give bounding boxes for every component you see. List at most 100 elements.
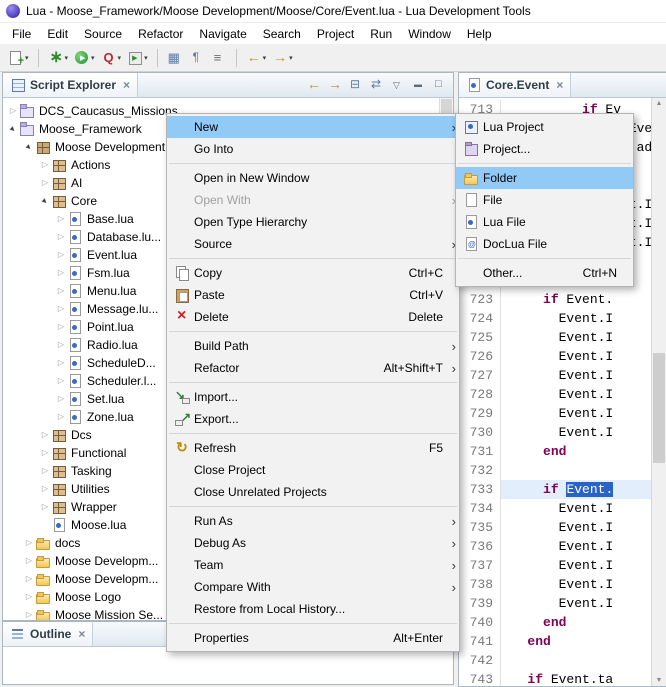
code-line[interactable]: 740 end (459, 613, 652, 632)
submenu-item-folder[interactable]: Folder (456, 167, 633, 189)
menu-item-team[interactable]: Team (167, 554, 459, 576)
menu-item-copy[interactable]: CopyCtrl+C (167, 262, 459, 284)
chevron-collapsed-icon[interactable] (55, 282, 67, 300)
chevron-collapsed-icon[interactable] (55, 336, 67, 354)
close-icon[interactable] (556, 78, 563, 92)
chevron-expanded-icon[interactable] (7, 120, 19, 139)
chevron-collapsed-icon[interactable] (39, 444, 51, 462)
close-icon[interactable] (78, 627, 85, 641)
editor-scrollbar[interactable]: ▲ ▼ (651, 98, 666, 686)
menu-navigate[interactable]: Navigate (191, 25, 254, 43)
submenu-item-project[interactable]: Project... (456, 138, 633, 160)
menu-item-close-project[interactable]: Close Project (167, 459, 459, 481)
menu-file[interactable]: File (4, 25, 39, 43)
chevron-collapsed-icon[interactable] (55, 372, 67, 390)
tab-core-event[interactable]: Core.Event (459, 73, 571, 97)
chevron-collapsed-icon[interactable] (55, 300, 67, 318)
submenu-item-lua-project[interactable]: Lua Project (456, 116, 633, 138)
code-line[interactable]: 733 if Event. (459, 480, 652, 499)
code-line[interactable]: 727 Event.I (459, 366, 652, 385)
menu-source[interactable]: Source (76, 25, 130, 43)
menu-item-build-path[interactable]: Build Path (167, 335, 459, 357)
back-icon[interactable] (306, 77, 322, 93)
code-line[interactable]: 724 Event.I (459, 309, 652, 328)
chevron-collapsed-icon[interactable] (39, 480, 51, 498)
scroll-up-icon[interactable]: ▲ (652, 100, 666, 107)
show-whitespace-button[interactable] (187, 47, 207, 69)
editor-scrollbar-thumb[interactable] (653, 353, 665, 463)
view-menu-icon[interactable] (390, 77, 406, 93)
menu-edit[interactable]: Edit (39, 25, 76, 43)
chevron-collapsed-icon[interactable] (39, 156, 51, 174)
menu-project[interactable]: Project (309, 25, 362, 43)
menu-item-refresh[interactable]: RefreshF5 (167, 437, 459, 459)
chevron-collapsed-icon[interactable] (23, 588, 35, 606)
chevron-collapsed-icon[interactable] (39, 498, 51, 516)
new-button[interactable] (6, 47, 31, 69)
chevron-collapsed-icon[interactable] (55, 408, 67, 426)
dropdown-caret-icon[interactable] (91, 54, 95, 62)
forward-button[interactable] (270, 47, 295, 69)
menu-item-delete[interactable]: DeleteDelete (167, 306, 459, 328)
chevron-collapsed-icon[interactable] (55, 390, 67, 408)
forward-icon[interactable] (327, 77, 343, 93)
link-with-editor-icon[interactable] (369, 77, 385, 93)
chevron-collapsed-icon[interactable] (55, 264, 67, 282)
chevron-collapsed-icon[interactable] (55, 228, 67, 246)
menu-item-go-into[interactable]: Go Into (167, 138, 459, 160)
chevron-collapsed-icon[interactable] (23, 570, 35, 588)
code-line[interactable]: 731 end (459, 442, 652, 461)
chevron-collapsed-icon[interactable] (55, 210, 67, 228)
menu-item-refactor[interactable]: RefactorAlt+Shift+T (167, 357, 459, 379)
code-line[interactable]: 729 Event.I (459, 404, 652, 423)
code-line[interactable]: 742 (459, 651, 652, 670)
dropdown-caret-icon[interactable] (263, 54, 267, 62)
code-line[interactable]: 728 Event.I (459, 385, 652, 404)
menu-item-debug-as[interactable]: Debug As (167, 532, 459, 554)
menu-window[interactable]: Window (400, 25, 459, 43)
menu-item-import[interactable]: Import... (167, 386, 459, 408)
coverage-button[interactable] (99, 47, 124, 69)
code-line[interactable]: 726 Event.I (459, 347, 652, 366)
maximize-icon[interactable] (432, 77, 448, 93)
chevron-collapsed-icon[interactable] (23, 552, 35, 570)
menu-item-export[interactable]: Export... (167, 408, 459, 430)
menu-item-run-as[interactable]: Run As (167, 510, 459, 532)
dropdown-caret-icon[interactable] (144, 54, 148, 62)
submenu-item-doclua-file[interactable]: DocLua File (456, 233, 633, 255)
code-line[interactable]: 723 if Event. (459, 290, 652, 309)
menu-item-properties[interactable]: PropertiesAlt+Enter (167, 627, 459, 649)
menu-refactor[interactable]: Refactor (130, 25, 191, 43)
tab-script-explorer[interactable]: Script Explorer (3, 73, 138, 97)
back-button[interactable] (244, 47, 269, 69)
tab-outline[interactable]: Outline (3, 622, 93, 646)
menu-item-close-unrelated-projects[interactable]: Close Unrelated Projects (167, 481, 459, 503)
menu-search[interactable]: Search (255, 25, 309, 43)
code-line[interactable]: 743 if Event.ta (459, 670, 652, 686)
code-line[interactable]: 739 Event.I (459, 594, 652, 613)
menu-item-source[interactable]: Source (167, 233, 459, 255)
code-line[interactable]: 736 Event.I (459, 537, 652, 556)
menu-help[interactable]: Help (459, 25, 500, 43)
chevron-collapsed-icon[interactable] (23, 534, 35, 552)
minimize-icon[interactable] (411, 77, 427, 93)
scroll-down-icon[interactable]: ▼ (652, 677, 666, 684)
chevron-collapsed-icon[interactable] (23, 606, 35, 620)
collapse-all-icon[interactable] (348, 77, 364, 93)
chevron-collapsed-icon[interactable] (39, 462, 51, 480)
external-tools-button[interactable] (125, 47, 150, 69)
menu-item-restore-from-local-history[interactable]: Restore from Local History... (167, 598, 459, 620)
code-line[interactable]: 741 end (459, 632, 652, 651)
chevron-expanded-icon[interactable] (23, 138, 35, 157)
chevron-collapsed-icon[interactable] (39, 174, 51, 192)
run-button[interactable] (72, 47, 97, 69)
submenu-item-lua-file[interactable]: Lua File (456, 211, 633, 233)
chevron-collapsed-icon[interactable] (55, 246, 67, 264)
menu-run[interactable]: Run (362, 25, 400, 43)
dropdown-caret-icon[interactable] (289, 54, 293, 62)
code-line[interactable]: 738 Event.I (459, 575, 652, 594)
code-line[interactable]: 732 (459, 461, 652, 480)
menu-item-open-type-hierarchy[interactable]: Open Type Hierarchy (167, 211, 459, 233)
chevron-collapsed-icon[interactable] (39, 426, 51, 444)
chevron-collapsed-icon[interactable] (55, 354, 67, 372)
